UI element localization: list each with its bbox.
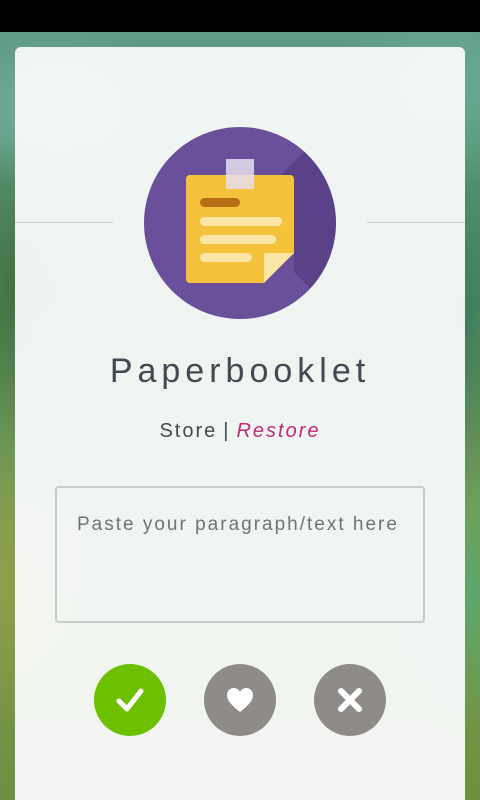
note-line (200, 217, 282, 226)
store-restore-links: Store | Restore (15, 420, 465, 443)
store-link[interactable]: Store (159, 420, 217, 442)
close-icon (338, 688, 362, 712)
note-line (200, 198, 240, 207)
restore-link[interactable]: Restore (236, 420, 320, 442)
divider-left (15, 222, 113, 223)
link-separator: | (223, 420, 231, 442)
main-card: Paperbooklet Store | Restore (15, 47, 465, 800)
favorite-button[interactable] (204, 664, 276, 736)
app-title: Paperbooklet (109, 352, 371, 390)
heart-icon (227, 688, 253, 712)
app-logo-icon (144, 127, 336, 319)
status-bar (0, 0, 480, 32)
paragraph-input[interactable] (55, 486, 425, 623)
sticky-note-icon (186, 175, 294, 283)
divider-right (367, 222, 465, 223)
close-button[interactable] (314, 664, 386, 736)
check-icon (116, 688, 144, 712)
note-line (200, 235, 276, 244)
tape-icon (226, 159, 254, 189)
confirm-button[interactable] (94, 664, 166, 736)
note-line (200, 253, 252, 262)
